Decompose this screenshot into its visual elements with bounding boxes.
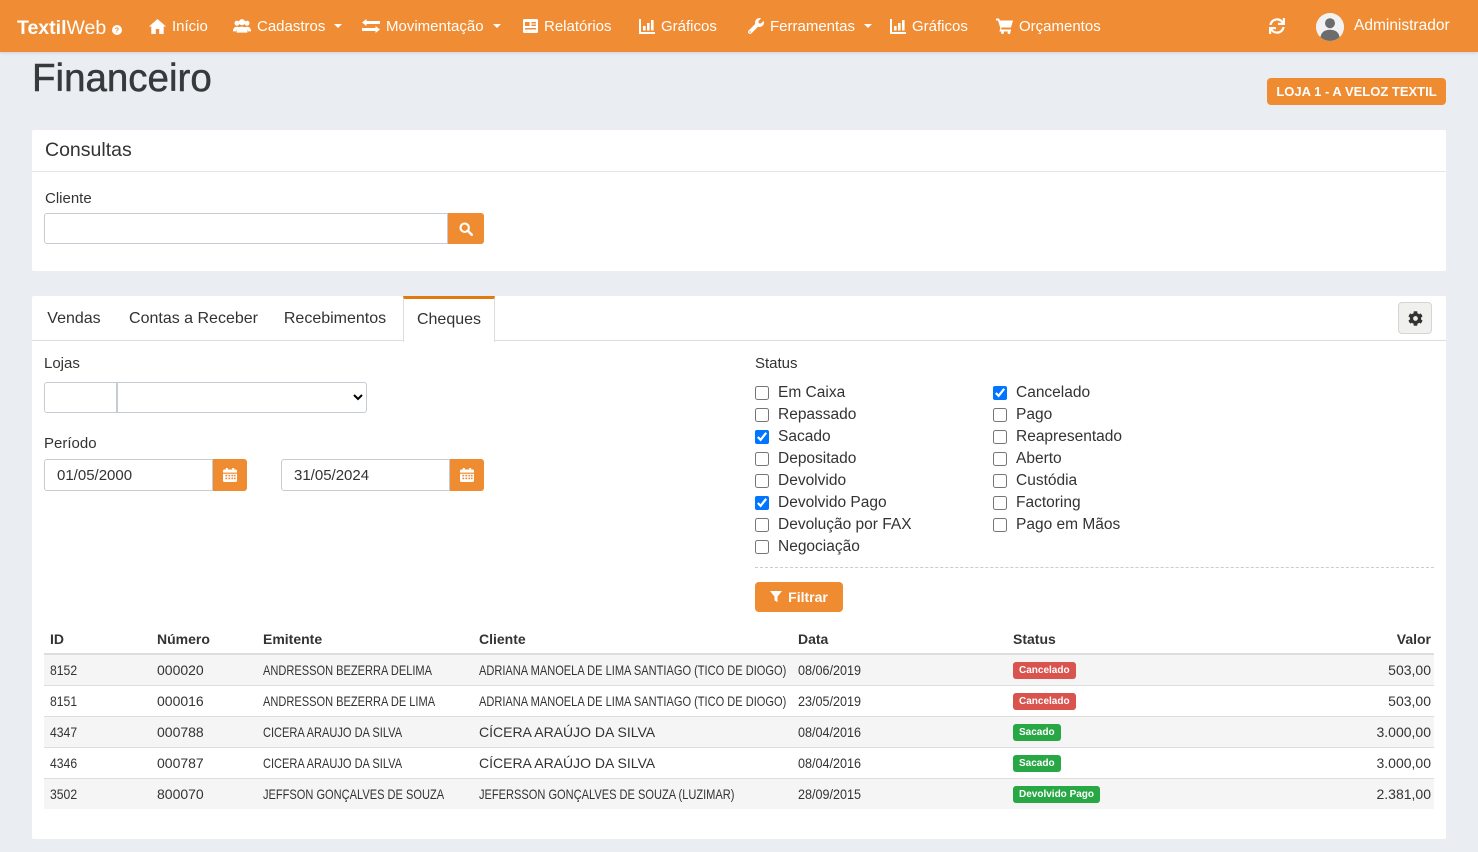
svg-text:?: ? — [114, 27, 118, 35]
